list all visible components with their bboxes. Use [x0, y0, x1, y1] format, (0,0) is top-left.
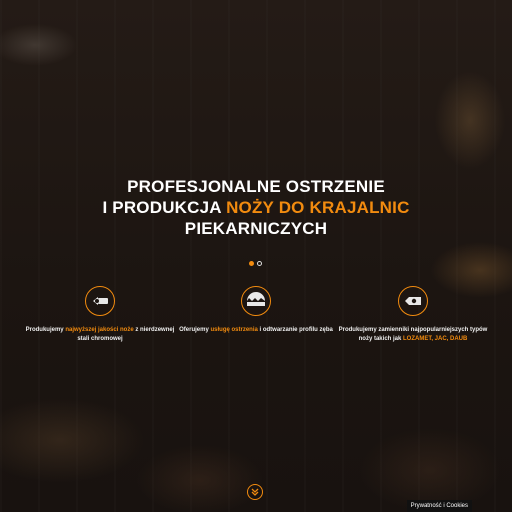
knife-blade-icon [85, 286, 115, 316]
feature-replacements: Produkujemy zamienniki najpopularniejszy… [333, 286, 493, 344]
slider-dot-1[interactable] [249, 261, 254, 266]
feature-sharpening: Oferujemy usługę ostrzenia i odtwarzanie… [176, 286, 336, 335]
background-image [0, 0, 512, 512]
hero-line-1: PROFESJONALNE OSTRZENIE [127, 177, 385, 196]
feature-text: Produkujemy zamienniki najpopularniejszy… [333, 326, 493, 344]
feature-text-highlight: najwyższej jakości noże [65, 327, 134, 333]
slider-dot-2[interactable] [257, 261, 262, 266]
feature-text: Oferujemy usługę ostrzenia i odtwarzanie… [176, 326, 336, 335]
slider-dots [249, 261, 262, 266]
hero-heading: PROFESJONALNE OSTRZENIE I PRODUKCJA NOŻY… [0, 176, 512, 239]
feature-text-pre: Produkujemy [25, 327, 66, 333]
feature-quality-knives: Produkujemy najwyższej jakości noże z ni… [20, 286, 180, 344]
feature-text: Produkujemy najwyższej jakości noże z ni… [20, 326, 180, 344]
feature-text-pre: Oferujemy [179, 327, 211, 333]
hero-line-3: PIEKARNICZYCH [184, 219, 328, 238]
hero-line-2: I PRODUKCJA NOŻY DO KRAJALNIC [0, 197, 512, 218]
feature-text-highlight: usługę ostrzenia [210, 327, 258, 333]
double-chevron-down-icon [251, 488, 259, 496]
hero-line-2-accent: NOŻY DO KRAJALNIC [226, 198, 410, 217]
replacement-blade-icon [398, 286, 428, 316]
hero-line-2-prefix: I PRODUKCJA [102, 198, 227, 217]
feature-text-highlight: LOZAMET, JAC, DAUB [403, 336, 468, 342]
scroll-down-button[interactable] [247, 484, 263, 500]
sharpening-icon [241, 286, 271, 316]
feature-text-post: i odtwarzanie profilu zęba [257, 327, 333, 333]
privacy-cookies-link[interactable]: Prywatność i Cookies [406, 500, 472, 512]
